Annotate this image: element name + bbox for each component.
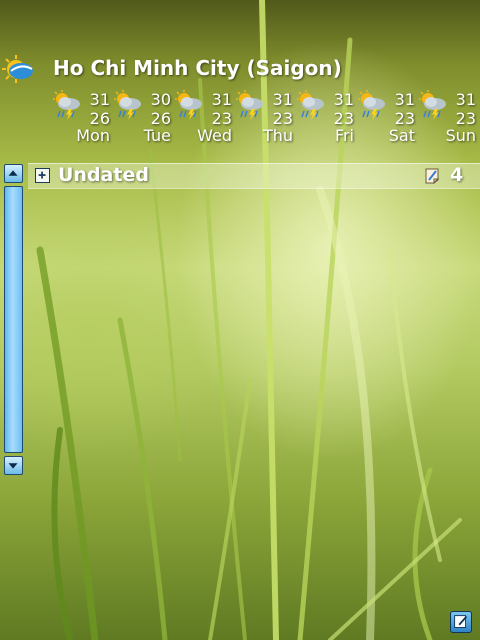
thunderstorm-icon: [235, 90, 265, 120]
edit-icon: [454, 615, 468, 628]
high-temp: 31: [272, 90, 293, 109]
high-temp: 31: [89, 90, 110, 109]
day-name: Fri: [334, 126, 354, 145]
scrollbar-thumb[interactable]: [4, 186, 23, 453]
forecast-day[interactable]: 31 23 Sun: [418, 88, 476, 148]
task-note-icon: [425, 168, 440, 185]
thunderstorm-icon: [113, 90, 143, 120]
forecast-day[interactable]: 31 23 Thu: [235, 88, 293, 148]
task-group-row[interactable]: Undated 4: [28, 163, 480, 189]
forecast-day[interactable]: 31 23 Fri: [296, 88, 354, 148]
arrow-up-icon: [8, 170, 18, 176]
today-screen: Ho Chi Minh City (Saigon) 31 26 Mon 30 26 Tue…: [0, 0, 480, 640]
day-name: Wed: [197, 126, 232, 145]
expand-icon[interactable]: [35, 168, 50, 183]
task-group-label: Undated: [58, 164, 149, 186]
thunderstorm-icon: [296, 90, 326, 120]
thunderstorm-icon: [174, 90, 204, 120]
forecast-day[interactable]: 31 23 Sat: [357, 88, 415, 148]
scroll-down-button[interactable]: [4, 456, 23, 475]
sync-button[interactable]: [450, 611, 472, 633]
thunderstorm-icon: [52, 90, 82, 120]
high-temp: 31: [333, 90, 354, 109]
forecast-day[interactable]: 31 26 Mon: [52, 88, 110, 148]
thunderstorm-icon: [418, 90, 448, 120]
task-count: 4: [450, 164, 464, 186]
city-name[interactable]: Ho Chi Minh City (Saigon): [53, 56, 342, 80]
high-temp: 31: [211, 90, 232, 109]
high-temp: 31: [394, 90, 415, 109]
day-name: Tue: [143, 126, 171, 145]
weather-app-icon[interactable]: [2, 54, 34, 86]
day-name: Sat: [388, 126, 415, 145]
forecast-day[interactable]: 31 23 Wed: [174, 88, 232, 148]
day-name: Mon: [76, 126, 110, 145]
scroll-up-button[interactable]: [4, 164, 23, 183]
thunderstorm-icon: [357, 90, 387, 120]
forecast-day[interactable]: 30 26 Tue: [113, 88, 171, 148]
high-temp: 31: [455, 90, 476, 109]
arrow-down-icon: [8, 463, 18, 469]
high-temp: 30: [150, 90, 171, 109]
day-name: Sun: [445, 126, 476, 145]
day-name: Thu: [262, 126, 293, 145]
